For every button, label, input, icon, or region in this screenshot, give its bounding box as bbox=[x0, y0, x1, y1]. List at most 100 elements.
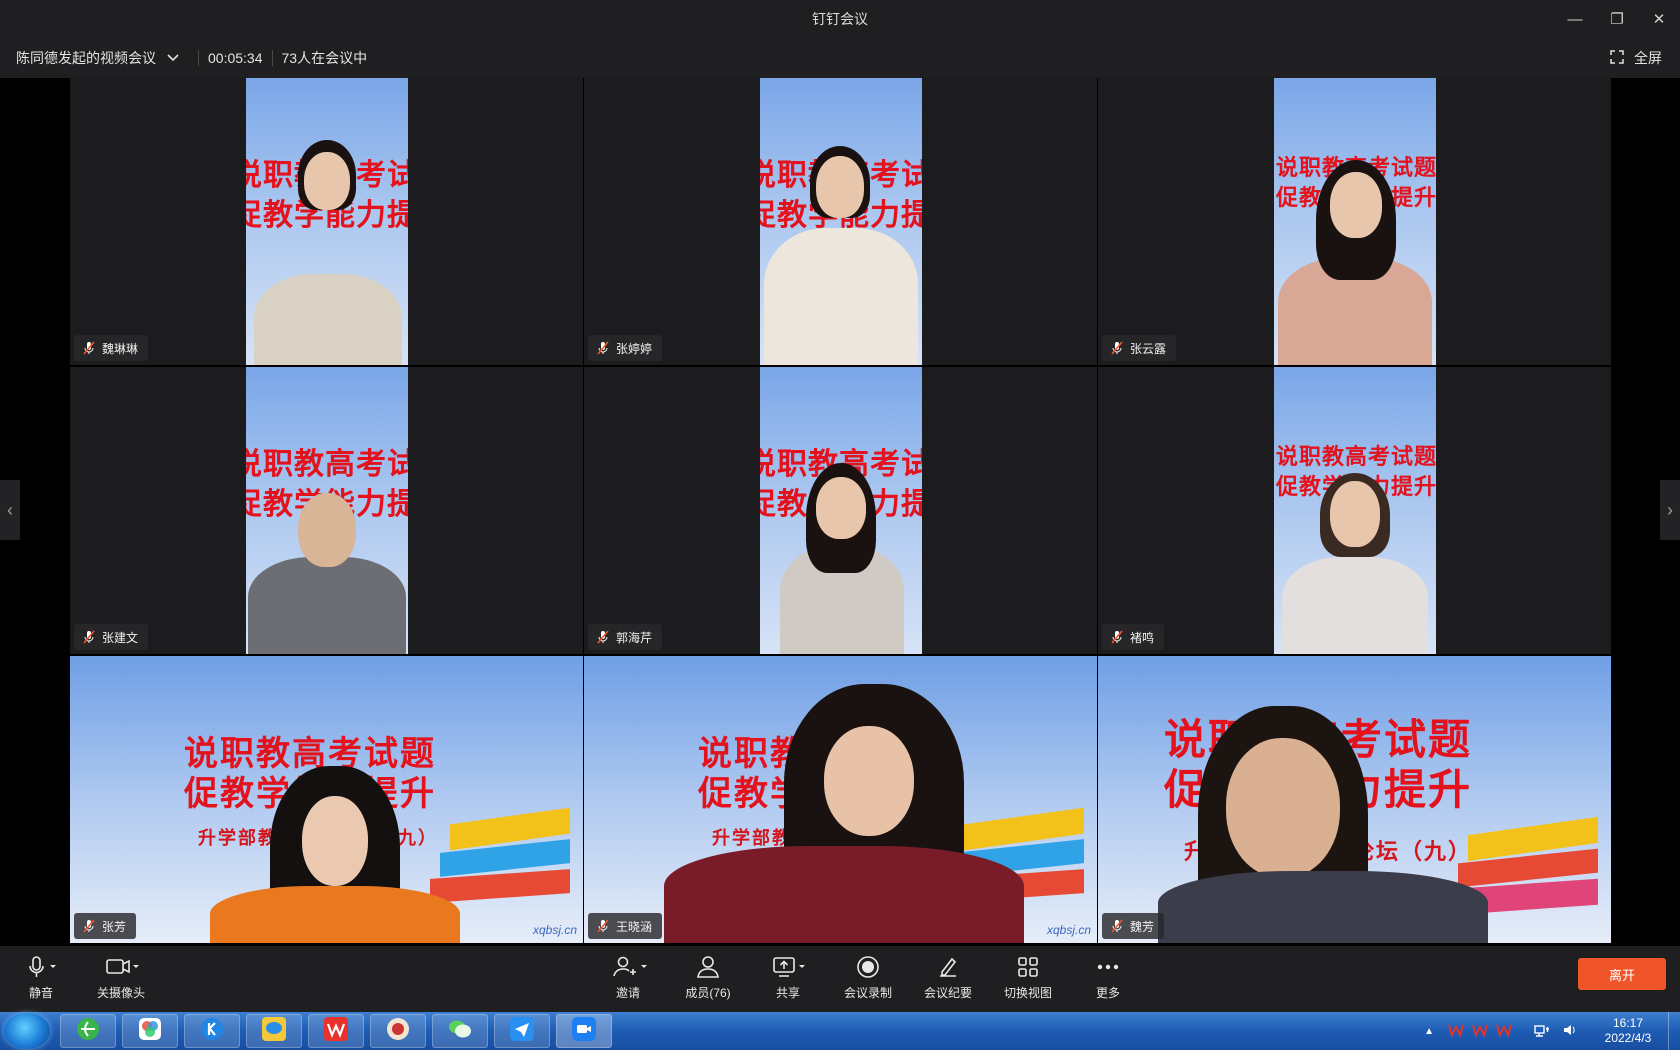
taskbar-app-feishu[interactable] bbox=[494, 1014, 550, 1048]
participants-status: 73人在会议中 bbox=[281, 50, 368, 66]
video-tile[interactable]: 说职教高考试题 促教学能力提升 张婷婷 bbox=[584, 78, 1097, 365]
close-button[interactable]: ✕ bbox=[1638, 0, 1680, 38]
taskbar-app-image[interactable] bbox=[370, 1014, 426, 1048]
fullscreen-icon bbox=[1610, 49, 1624, 67]
taskbar-app-chat[interactable] bbox=[246, 1014, 302, 1048]
taskbar-app-meeting[interactable] bbox=[556, 1014, 612, 1048]
browser-icon bbox=[75, 1016, 101, 1047]
camera-icon bbox=[101, 954, 141, 980]
participant-video: 说职教高考试题 促教学能力提升 bbox=[1274, 78, 1436, 365]
mic-off-icon bbox=[82, 341, 96, 355]
video-tile[interactable]: 说职教高考试题 促教学能力提升 升学部教育教学论坛（九） xqbsj.cn 王晓… bbox=[584, 656, 1097, 943]
restore-button[interactable]: ❐ bbox=[1596, 0, 1638, 38]
video-tile[interactable]: 说职教高考试题 促教学能力提升 张云露 bbox=[1098, 78, 1611, 365]
mic-off-icon bbox=[596, 630, 610, 644]
send-app-icon bbox=[509, 1016, 535, 1047]
more-icon bbox=[1095, 954, 1121, 980]
window-title: 钉钉会议 bbox=[812, 11, 868, 27]
invite-button[interactable]: 邀请 bbox=[593, 954, 663, 1001]
fullscreen-label: 全屏 bbox=[1634, 50, 1662, 66]
taskbar-app-k[interactable] bbox=[184, 1014, 240, 1048]
wps-tray-icon[interactable] bbox=[1472, 1023, 1488, 1040]
participant-video: 说职教高考试题 促教学能力提升 bbox=[246, 367, 408, 654]
switch-view-button[interactable]: 切换视图 bbox=[993, 954, 1063, 1001]
participant-video: 说职教高考试题 促教学能力提升 bbox=[760, 367, 922, 654]
participant-name-chip: 张云露 bbox=[1102, 335, 1177, 361]
mic-off-icon bbox=[82, 630, 96, 644]
taskbar-app-photos[interactable] bbox=[122, 1014, 178, 1048]
minimize-button[interactable]: — bbox=[1554, 0, 1596, 38]
divider bbox=[198, 50, 199, 66]
wps-tray-icon[interactable] bbox=[1448, 1023, 1464, 1040]
wechat-icon bbox=[447, 1016, 473, 1047]
meeting-name[interactable]: 陈同德发起的视频会议 bbox=[16, 48, 156, 68]
photos-icon bbox=[137, 1016, 163, 1047]
video-tile[interactable]: 说职教高考试题 促教学能力提升 升学部教育教学论坛（九） 魏芳 bbox=[1098, 656, 1611, 943]
chat-app-icon bbox=[261, 1016, 287, 1047]
video-tile[interactable]: 说职教高考试题 促教学能力提升 魏琳琳 bbox=[70, 78, 583, 365]
chevron-down-icon[interactable] bbox=[166, 53, 180, 63]
window-controls: — ❐ ✕ bbox=[1554, 0, 1680, 38]
participant-name-chip: 张建文 bbox=[74, 624, 149, 650]
minutes-button[interactable]: 会议纪要 bbox=[913, 954, 983, 1001]
image-viewer-icon bbox=[385, 1016, 411, 1047]
show-desktop-button[interactable] bbox=[1668, 1012, 1680, 1050]
os-taskbar: ▲ 16:17 2022/4/3 bbox=[0, 1012, 1680, 1050]
participant-name-chip: 张婷婷 bbox=[588, 335, 663, 361]
clock-date: 2022/4/3 bbox=[1604, 1031, 1652, 1045]
divider bbox=[271, 50, 273, 66]
members-icon bbox=[693, 954, 723, 980]
wps-icon bbox=[323, 1016, 349, 1047]
mic-off-icon bbox=[1110, 341, 1124, 355]
mic-off-icon bbox=[596, 919, 610, 933]
mic-off-icon bbox=[1110, 919, 1124, 933]
video-tile[interactable]: 说职教高考试题 促教学能力提升 张建文 bbox=[70, 367, 583, 654]
members-button[interactable]: 成员(76) bbox=[673, 954, 743, 1001]
share-button[interactable]: 共享 bbox=[753, 954, 823, 1001]
video-grid: 说职教高考试题 促教学能力提升 魏琳琳 说职教高考试题 促教学能力提升 bbox=[70, 78, 1611, 946]
record-icon bbox=[855, 954, 881, 980]
mic-off-icon bbox=[596, 341, 610, 355]
video-tile[interactable]: 说职教高考试题 促教学能力提升 升学部教育教学论坛（九） xqbsj.cn 张芳 bbox=[70, 656, 583, 943]
video-tile[interactable]: 说职教高考试题 促教学能力提升 郭海芹 bbox=[584, 367, 1097, 654]
next-page-button[interactable]: › bbox=[1660, 480, 1680, 540]
start-button[interactable] bbox=[4, 1013, 50, 1049]
prev-page-button[interactable]: ‹ bbox=[0, 480, 20, 540]
clock-time: 16:17 bbox=[1612, 1016, 1644, 1030]
participant-name-chip: 张芳 bbox=[74, 913, 137, 939]
mic-off-icon bbox=[82, 919, 96, 933]
participant-name-chip: 魏芳 bbox=[1102, 913, 1165, 939]
meeting-timer: 00:05:34 bbox=[208, 50, 263, 66]
mic-off-icon bbox=[1110, 630, 1124, 644]
chevron-right-icon: › bbox=[1667, 499, 1673, 520]
meeting-info-bar: 陈同德发起的视频会议 00:05:34 73人在会议中 全屏 bbox=[0, 38, 1680, 78]
share-screen-icon bbox=[768, 954, 808, 980]
more-button[interactable]: 更多 bbox=[1073, 954, 1143, 1001]
taskbar-app-wechat[interactable] bbox=[432, 1014, 488, 1048]
mute-button[interactable]: 静音 bbox=[6, 954, 76, 1001]
k-app-icon bbox=[199, 1016, 225, 1047]
taskbar-app-wps[interactable] bbox=[308, 1014, 364, 1048]
camera-button[interactable]: 关摄像头 bbox=[86, 954, 156, 1001]
participant-name-chip: 褚鸣 bbox=[1102, 624, 1165, 650]
volume-icon[interactable] bbox=[1562, 1023, 1578, 1040]
microphone-icon bbox=[24, 954, 58, 980]
tray-expand-icon[interactable]: ▲ bbox=[1424, 1026, 1434, 1037]
title-bar: 钉钉会议 — ❐ ✕ bbox=[0, 0, 1680, 38]
meeting-toolbar: 静音 关摄像头 邀请 成员(76) 共享 会议录制 会议纪要 切换视图 更多 离… bbox=[0, 946, 1680, 1012]
meeting-app-icon bbox=[571, 1016, 597, 1047]
participant-name-chip: 魏琳琳 bbox=[74, 335, 149, 361]
network-icon[interactable] bbox=[1534, 1023, 1550, 1040]
record-button[interactable]: 会议录制 bbox=[833, 954, 903, 1001]
participant-video: 说职教高考试题 促教学能力提升 bbox=[246, 78, 408, 365]
system-tray: ▲ 16:17 2022/4/3 bbox=[1424, 1012, 1680, 1050]
participant-video: 说职教高考试题 促教学能力提升 bbox=[760, 78, 922, 365]
video-tile[interactable]: 说职教高考试题 促教学能力提升 褚鸣 bbox=[1098, 367, 1611, 654]
system-clock[interactable]: 16:17 2022/4/3 bbox=[1588, 1016, 1668, 1046]
grid-view-icon bbox=[1016, 954, 1040, 980]
taskbar-app-browser[interactable] bbox=[60, 1014, 116, 1048]
wps-tray-icon[interactable] bbox=[1496, 1023, 1512, 1040]
leave-button[interactable]: 离开 bbox=[1578, 958, 1666, 990]
fullscreen-button[interactable]: 全屏 bbox=[1610, 38, 1662, 78]
video-stage: ‹ › 说职教高考试题 促教学能力提升 魏琳琳 bbox=[0, 78, 1680, 946]
